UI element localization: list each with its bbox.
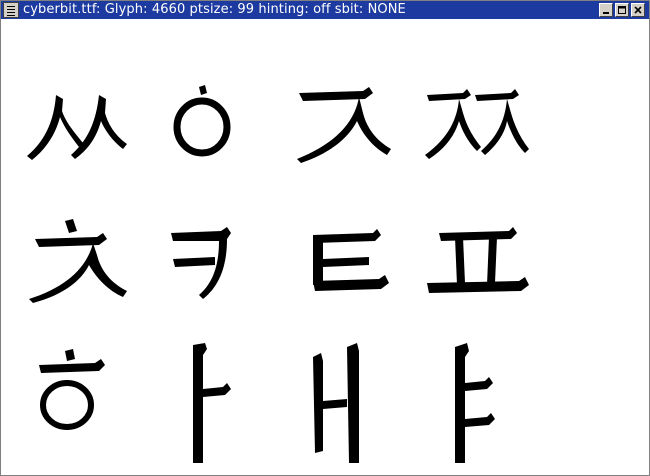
glyph-ssangjieut bbox=[419, 81, 539, 191]
glyph-kieuk bbox=[153, 213, 273, 323]
glyph-ssangsios bbox=[23, 81, 143, 191]
close-button[interactable] bbox=[631, 3, 645, 17]
glyph-canvas bbox=[5, 21, 646, 473]
glyph-pieup bbox=[419, 213, 539, 323]
glyph-hieut bbox=[23, 343, 143, 453]
glyph-tieut bbox=[289, 213, 409, 323]
title-bar[interactable]: cyberbit.ttf: Glyph: 4660 ptsize: 99 hin… bbox=[1, 1, 649, 19]
glyph-jieut bbox=[289, 81, 409, 191]
glyph-a bbox=[153, 343, 273, 463]
maximize-button[interactable] bbox=[615, 3, 629, 17]
maximize-icon bbox=[618, 6, 626, 14]
glyph-ae bbox=[289, 343, 409, 463]
minimize-button[interactable] bbox=[599, 3, 613, 17]
close-icon bbox=[634, 6, 642, 14]
minimize-icon bbox=[603, 12, 609, 14]
window-menu-icon[interactable] bbox=[3, 2, 19, 18]
glyph-chieut bbox=[23, 213, 143, 323]
ftview-window: cyberbit.ttf: Glyph: 4660 ptsize: 99 hin… bbox=[0, 0, 650, 476]
window-title: cyberbit.ttf: Glyph: 4660 ptsize: 99 hin… bbox=[23, 2, 406, 17]
glyph-ieung bbox=[153, 81, 273, 191]
glyph-ya bbox=[419, 343, 539, 463]
